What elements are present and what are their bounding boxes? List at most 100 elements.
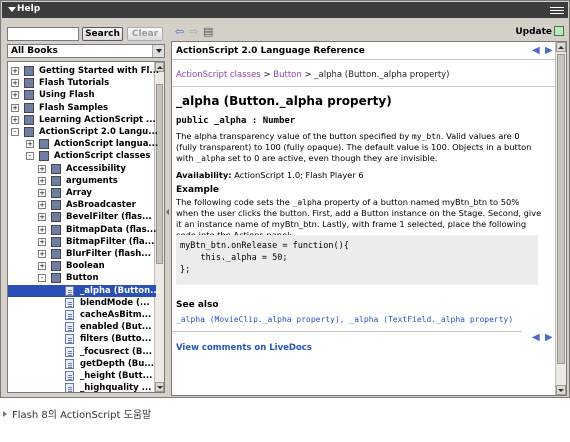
livedocs-link[interactable]: View comments on LiveDocs [176,343,312,353]
expand-icon[interactable]: + [38,164,46,173]
panel-titlebar[interactable]: Help [2,2,568,18]
update-button[interactable]: Update [515,27,552,37]
tree-item[interactable]: + arguments [8,175,156,187]
see-also-heading: See also [176,300,219,310]
tree-item[interactable]: + ActionScript langua... [8,138,159,150]
tree-item[interactable]: + Flash Samples [8,102,156,114]
tree-item-label: blendMode (... [80,297,150,308]
scroll-thumb[interactable] [156,84,163,264]
breadcrumb-link-button[interactable]: Button [273,70,301,80]
collapse-icon[interactable]: - [26,152,34,161]
page-icon [65,383,74,392]
tree-item-label: AsBroadcaster [66,200,136,211]
book-icon [24,127,34,137]
tree-item[interactable]: + BitmapData (flas... [8,224,156,236]
tree-item[interactable]: + Flash Tutorials [8,77,156,89]
tree-item[interactable]: _alpha (Button... [8,284,160,297]
tree-item-label: BitmapData (flas... [66,224,157,235]
tree-item[interactable]: + Boolean [8,260,156,272]
expand-icon[interactable]: + [11,91,19,100]
book-icon [24,78,34,89]
tree-item[interactable]: - ActionScript 2.0 Langu... [8,126,158,138]
tree-item-label: BevelFilter (flas... [66,212,152,223]
expand-icon[interactable]: + [11,115,19,124]
next-page-icon[interactable]: ▶ [545,333,553,343]
search-button[interactable]: Search [82,27,123,41]
book-icon [24,114,34,125]
tree-item[interactable]: _height (Butt... [8,370,156,382]
tree-item-label: Accessibility [66,163,126,174]
search-input[interactable] [7,27,79,41]
expand-icon[interactable]: + [38,201,46,210]
tree-item-label: Array [66,188,92,198]
book-icon [51,188,61,198]
back-arrow-icon[interactable]: ⇦ [175,26,185,37]
expand-icon[interactable]: + [38,225,46,234]
tree-item[interactable]: + BevelFilter (flas... [8,211,156,223]
clear-button[interactable]: Clear [127,27,163,41]
scroll-down-icon[interactable] [556,385,566,395]
tree-item[interactable]: + Using Flash [8,89,156,101]
book-icon [51,163,61,174]
prev-page-icon[interactable]: ◀ [532,46,540,56]
tree-item[interactable]: _highquality ... [8,382,156,392]
collapse-icon[interactable]: - [11,128,19,136]
tree-item[interactable]: - Button [8,272,156,284]
book-icon [51,236,61,247]
expand-icon[interactable]: + [11,67,19,75]
expand-icon[interactable]: + [11,79,19,88]
expand-icon[interactable]: + [38,176,46,185]
collapse-left-icon[interactable] [166,209,169,215]
expand-icon[interactable]: + [38,237,46,246]
prev-page-icon[interactable]: ◀ [532,333,540,343]
tree-item[interactable]: + Learning ActionScript ... [8,114,156,126]
expand-icon[interactable]: + [11,103,19,112]
next-page-icon[interactable]: ▶ [545,46,553,56]
book-select[interactable]: All Books [7,44,165,58]
tree-item[interactable]: + BitmapFilter (fla... [8,236,156,248]
divider [172,86,556,87]
collapse-arrow-icon[interactable] [8,7,16,12]
forward-arrow-icon[interactable]: ⇨ [189,26,199,37]
scroll-down-icon[interactable] [155,382,164,392]
expand-icon[interactable]: + [38,250,46,258]
panel-menu-icon[interactable] [550,5,564,15]
tree-item[interactable]: getDepth (Bu... [8,358,156,370]
see-also-link-movieclip[interactable]: _alpha (MovieClip._alpha property) [176,315,340,324]
help-panel: Help Search Clear All Books + Getting Sta… [0,0,570,398]
expand-icon[interactable]: + [38,189,46,197]
see-also-link-textfield[interactable]: _alpha (TextField._alpha property) [349,315,513,324]
tree-item[interactable]: - ActionScript classes [8,150,156,162]
book-icon [24,102,34,113]
breadcrumb-current: _alpha (Button._alpha property) [314,70,450,80]
book-icon [39,151,49,162]
tree-item[interactable]: + Array [8,187,156,199]
breadcrumb-link-classes[interactable]: ActionScript classes [176,70,261,80]
tree-item[interactable]: + Getting Started with Fl... [8,65,160,77]
tree-item[interactable]: _focusrect (B... [8,346,156,358]
expand-icon[interactable]: + [26,140,34,149]
tree-item-label: Flash Samples [39,102,109,113]
tree-item[interactable]: blendMode (... [8,297,156,309]
collapse-icon[interactable]: - [38,274,46,283]
tree-item[interactable]: + BlurFilter (flash... [8,248,156,260]
tree-item-label: Getting Started with Fl... [39,66,160,76]
tree-item[interactable]: filters (Butto... [8,333,156,345]
print-icon[interactable]: ▤ [203,26,213,37]
scroll-up-icon[interactable] [556,42,566,52]
expand-icon[interactable]: + [38,213,46,222]
page-icon [65,346,74,357]
tree-item-label: ActionScript langua... [54,139,159,150]
scroll-thumb[interactable] [557,54,565,364]
tree-item[interactable]: + AsBroadcaster [8,199,156,211]
update-icon[interactable] [554,26,564,36]
chevron-down-icon[interactable] [152,45,164,57]
tree-item-label: Button [66,273,99,284]
tree-item[interactable]: enabled (But... [8,321,156,333]
book-icon [51,224,61,235]
document-scrollbar[interactable] [555,42,566,395]
tree-item[interactable]: cacheAsBitm... [8,309,156,321]
expand-icon[interactable]: + [38,262,46,271]
tree-item[interactable]: + Accessibility [8,163,156,175]
help-tree: + Getting Started with Fl... + Flash Tutori… [7,61,165,393]
